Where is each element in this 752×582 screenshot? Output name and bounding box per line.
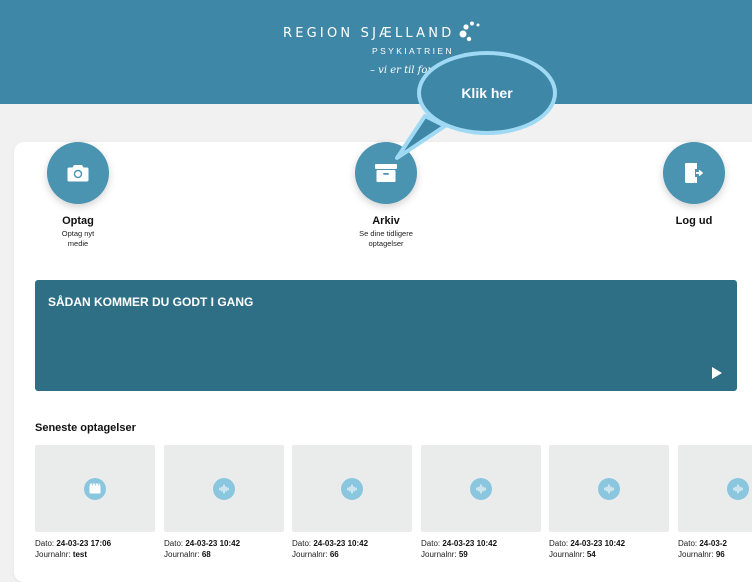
record-subtitle-1: Optag nyt bbox=[61, 229, 95, 238]
audio-wave-icon bbox=[598, 477, 620, 500]
recording-thumbnail[interactable] bbox=[35, 445, 155, 532]
brand-subtitle: PSYKIATRIEN bbox=[372, 46, 454, 56]
app-header: REGION SJÆLLAND PSYKIATRIEN – vi er til … bbox=[0, 0, 752, 104]
logout-circle[interactable] bbox=[663, 142, 725, 204]
archive-title: Arkiv bbox=[372, 215, 400, 227]
recent-list: Dato: 24-03-23 17:06 Journalnr: test Dat… bbox=[35, 445, 752, 560]
audio-wave-icon bbox=[470, 477, 492, 500]
recording-card[interactable]: Dato: 24-03-23 10:42 Journalnr: 59 bbox=[421, 445, 541, 560]
logout-door-icon bbox=[685, 163, 704, 183]
recording-journal: Journalnr: 68 bbox=[164, 550, 211, 559]
recording-thumbnail[interactable] bbox=[549, 445, 669, 532]
video-title: SÅDAN KOMMER DU GODT I GANG bbox=[48, 295, 254, 309]
recording-card[interactable]: Dato: 24-03-23 10:42 Journalnr: 66 bbox=[292, 445, 412, 560]
video-icon bbox=[84, 477, 106, 500]
recording-journal: Journalnr: 96 bbox=[678, 550, 725, 559]
brand-name: REGION SJÆLLAND bbox=[283, 26, 455, 41]
recording-card[interactable]: Dato: 24-03-2 Journalnr: 96 bbox=[678, 445, 752, 560]
callout-bubble: Klik her bbox=[417, 51, 557, 135]
recording-journal: Journalnr: 54 bbox=[549, 550, 596, 559]
intro-video[interactable]: SÅDAN KOMMER DU GODT I GANG bbox=[35, 280, 737, 391]
record-circle[interactable] bbox=[47, 142, 109, 204]
recording-date: Dato: 24-03-23 17:06 bbox=[35, 539, 112, 548]
recording-thumbnail[interactable] bbox=[421, 445, 541, 532]
recording-card[interactable]: Dato: 24-03-23 10:42 Journalnr: 68 bbox=[164, 445, 284, 560]
recording-journal: Journalnr: test bbox=[35, 550, 88, 559]
record-title: Optag bbox=[62, 215, 94, 227]
logout-button[interactable]: Log ud bbox=[654, 142, 734, 227]
recording-thumbnail[interactable] bbox=[164, 445, 284, 532]
recording-date: Dato: 24-03-23 10:42 bbox=[549, 539, 626, 548]
camera-icon bbox=[67, 165, 89, 182]
brand-logo-icon bbox=[459, 21, 480, 42]
recording-thumbnail[interactable] bbox=[292, 445, 412, 532]
logout-title: Log ud bbox=[675, 215, 713, 227]
recent-section-title: Seneste optagelser bbox=[35, 422, 136, 434]
recording-journal: Journalnr: 66 bbox=[292, 550, 339, 559]
archive-subtitle-2: optagelser bbox=[368, 239, 404, 248]
record-button[interactable]: Optag Optag nyt medie bbox=[38, 142, 118, 249]
recording-date: Dato: 24-03-23 10:42 bbox=[421, 539, 498, 548]
audio-wave-icon bbox=[213, 477, 235, 500]
recording-date: Dato: 24-03-2 bbox=[678, 539, 727, 548]
recording-card[interactable]: Dato: 24-03-23 10:42 Journalnr: 54 bbox=[549, 445, 669, 560]
recording-date: Dato: 24-03-23 10:42 bbox=[164, 539, 241, 548]
play-icon[interactable] bbox=[711, 366, 723, 380]
callout-text: Klik her bbox=[461, 85, 513, 101]
archive-subtitle-1: Se dine tidligere bbox=[359, 229, 413, 238]
recording-thumbnail[interactable] bbox=[678, 445, 752, 532]
recording-card[interactable]: Dato: 24-03-23 17:06 Journalnr: test bbox=[35, 445, 155, 560]
record-subtitle-2: medie bbox=[67, 239, 89, 248]
audio-wave-icon bbox=[341, 477, 363, 500]
recording-journal: Journalnr: 59 bbox=[421, 550, 468, 559]
archive-box-icon bbox=[375, 164, 397, 182]
audio-wave-icon bbox=[727, 477, 749, 500]
recording-date: Dato: 24-03-23 10:42 bbox=[292, 539, 369, 548]
